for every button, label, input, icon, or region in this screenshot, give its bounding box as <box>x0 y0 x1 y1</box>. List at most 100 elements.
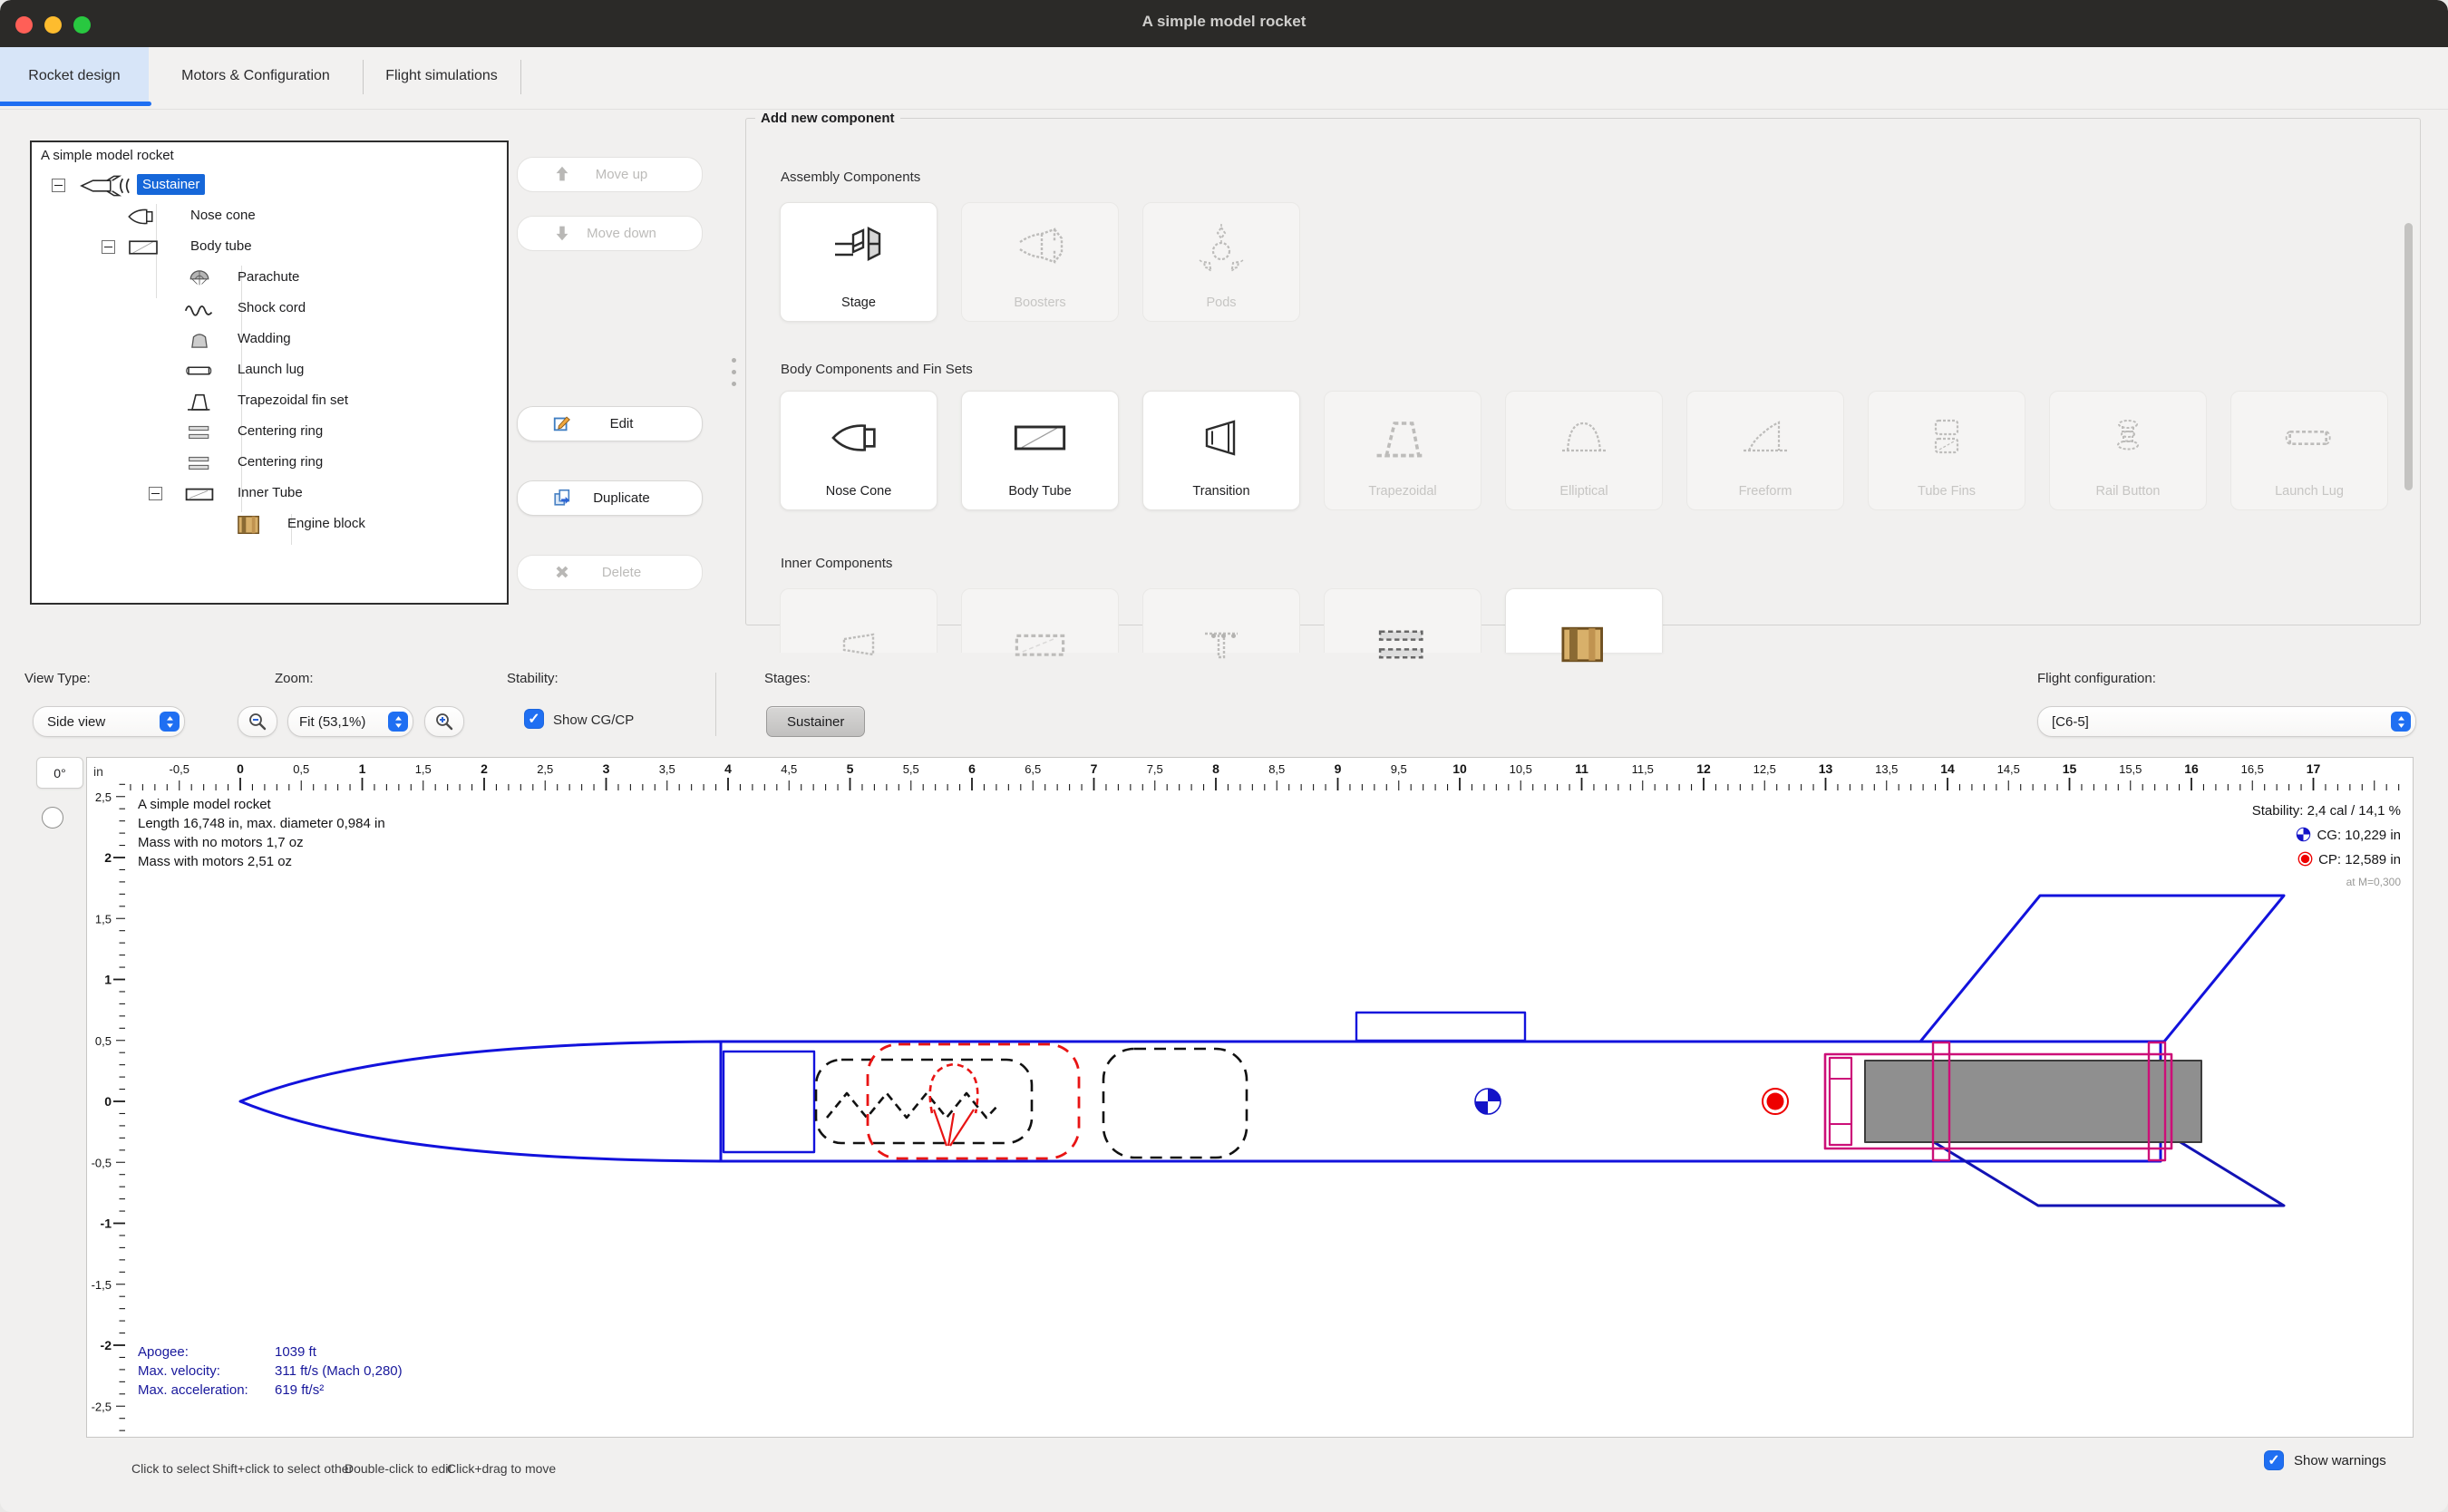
component-tile-nose-cone[interactable]: Nose Cone <box>780 391 937 510</box>
nose-shoulder-outline[interactable] <box>724 1052 814 1152</box>
shock-cord-dashed-outline[interactable] <box>816 1060 1032 1143</box>
nose-cone-outline[interactable] <box>240 1042 721 1161</box>
component-tile-body-tube[interactable]: Body Tube <box>961 391 1119 510</box>
parachute-icon <box>183 267 216 295</box>
tile-label: Pods <box>1143 296 1299 310</box>
svg-text:15,5: 15,5 <box>2119 762 2142 776</box>
tree-item-label[interactable]: Parachute <box>232 267 305 287</box>
engine-block-icon <box>233 513 266 541</box>
component-tile-stage[interactable]: Stage <box>780 202 937 322</box>
zoom-out-button[interactable] <box>238 706 277 737</box>
engine-block-outline[interactable] <box>1830 1058 1851 1145</box>
tree-item-engine-block[interactable]: Engine block <box>32 511 503 538</box>
tree-item-shock-cord[interactable]: Shock cord <box>32 296 503 323</box>
svg-text:7: 7 <box>1091 761 1098 776</box>
cp-marker <box>1763 1089 1788 1114</box>
duplicate-button[interactable]: Duplicate <box>517 480 703 516</box>
tree-item-label[interactable]: Sustainer <box>137 174 205 195</box>
tree-item-parachute[interactable]: Parachute <box>32 265 503 292</box>
motor-c6-5[interactable] <box>1865 1061 2201 1142</box>
rocket-icon <box>79 175 131 201</box>
tree-item-label[interactable]: Body tube <box>185 236 257 257</box>
wadding-dashed-outline[interactable] <box>1103 1049 1247 1158</box>
rotation-dial[interactable] <box>42 807 63 829</box>
svg-text:14: 14 <box>1940 761 1955 776</box>
elliptical-fin-icon <box>1506 402 1662 473</box>
tree-item-trapezoidal-fin-set[interactable]: Trapezoidal fin set <box>32 388 503 415</box>
show-cgcp-checkbox[interactable]: ✓ <box>524 709 544 729</box>
tree-item-inner-tube[interactable]: Inner Tube <box>32 480 503 508</box>
tree-item-centering-ring[interactable]: Centering ring <box>32 450 503 477</box>
zoom-in-button[interactable] <box>424 706 464 737</box>
component-tile-inner-tube <box>961 588 1119 653</box>
parachute-icon <box>183 267 216 290</box>
tree-item-label[interactable]: Nose cone <box>185 205 261 226</box>
parachute-shroud-lines <box>934 1110 974 1146</box>
flight-configuration-select[interactable]: [C6-5] <box>2037 706 2416 737</box>
show-cgcp-label: Show CG/CP <box>553 712 634 728</box>
tree-item-label[interactable]: Wadding <box>232 328 296 349</box>
component-tile-pods: Pods <box>1142 202 1300 322</box>
tree-item-launch-lug[interactable]: Launch lug <box>32 357 503 384</box>
component-tile-transition[interactable]: Transition <box>1142 391 1300 510</box>
tree-collapse-toggle[interactable] <box>102 240 115 254</box>
fin-top-outline[interactable] <box>1920 896 2284 1042</box>
tile-label: Launch Lug <box>2231 484 2387 499</box>
component-tile-engine-block[interactable] <box>1505 588 1663 653</box>
fin-projected-outline[interactable] <box>1918 1132 2284 1206</box>
shock-cord-zigzag <box>827 1093 999 1118</box>
move-up-button[interactable]: Move up <box>517 157 703 192</box>
svg-text:-2,5: -2,5 <box>92 1400 112 1413</box>
tree-item-label[interactable]: Centering ring <box>232 421 328 441</box>
tab-rocket-design[interactable]: Rocket design <box>0 47 149 105</box>
tube-fins-icon <box>1918 409 1976 467</box>
tree-item-body-tube[interactable]: Body tube <box>32 234 503 261</box>
tree-item-label[interactable]: Trapezoidal fin set <box>232 390 354 411</box>
component-tile-rail-button: Rail Button <box>2049 391 2207 510</box>
tree-item-label[interactable]: Engine block <box>282 513 371 534</box>
show-warnings-checkbox[interactable]: ✓ <box>2264 1450 2284 1470</box>
tree-item-sustainer[interactable]: Sustainer <box>32 172 503 199</box>
svg-text:11: 11 <box>1575 761 1588 776</box>
delete-button[interactable]: Delete <box>517 555 703 590</box>
tree-item-nose-cone[interactable]: Nose cone <box>32 203 503 230</box>
centering-ring-icon <box>1374 615 1432 674</box>
nose-cone-icon <box>830 409 888 467</box>
tree-item-label[interactable]: Inner Tube <box>232 482 308 503</box>
tab-motors-configuration[interactable]: Motors & Configuration <box>149 47 363 105</box>
rocket-info-line: Mass with motors 2,51 oz <box>138 854 292 869</box>
tree-item-centering-ring[interactable]: Centering ring <box>32 419 503 446</box>
edit-button[interactable]: Edit <box>517 406 703 441</box>
component-tile-freeform: Freeform <box>1686 391 1844 510</box>
fin-set-icon <box>1374 409 1432 467</box>
move-down-button[interactable]: Move down <box>517 216 703 251</box>
tree-item-label[interactable]: Shock cord <box>232 297 311 318</box>
horizontal-ruler: -0,500,511,522,533,544,555,566,577,588,5… <box>131 761 2399 790</box>
centering-ring-icon <box>183 451 216 475</box>
tree-item-label[interactable]: Centering ring <box>232 451 328 472</box>
tree-item-label[interactable]: Launch lug <box>232 359 309 380</box>
tree-root-label[interactable]: A simple model rocket <box>41 148 174 163</box>
tab-flight-simulations[interactable]: Flight simulations <box>363 47 520 105</box>
svg-text:-1: -1 <box>101 1216 112 1231</box>
nose-cone-icon <box>781 402 937 473</box>
centering-ring-icon <box>183 421 216 449</box>
tile-label: Boosters <box>962 296 1118 310</box>
delete-icon <box>552 562 572 582</box>
panel-scrollbar[interactable] <box>2404 223 2413 490</box>
chevron-updown-icon <box>388 712 408 732</box>
svg-text:9: 9 <box>1335 761 1342 776</box>
launch-lug-outline[interactable] <box>1356 1013 1525 1041</box>
zoom-select[interactable]: Fit (53,1%) <box>287 706 413 737</box>
view-type-value: Side view <box>34 714 160 730</box>
tree-item-wadding[interactable]: Wadding <box>32 326 503 354</box>
openrocket-window: A simple model rocket Rocket design Motor… <box>0 0 2448 1512</box>
tab-label: Rocket design <box>28 68 120 84</box>
cg-icon <box>2296 827 2311 842</box>
tree-collapse-toggle[interactable] <box>149 487 162 500</box>
tree-collapse-toggle[interactable] <box>52 179 65 192</box>
stage-toggle-sustainer[interactable]: Sustainer <box>766 706 865 737</box>
button-label: Delete <box>518 565 702 580</box>
view-type-select[interactable]: Side view <box>33 706 185 737</box>
flight-stat-value: 1039 ft <box>275 1344 316 1360</box>
